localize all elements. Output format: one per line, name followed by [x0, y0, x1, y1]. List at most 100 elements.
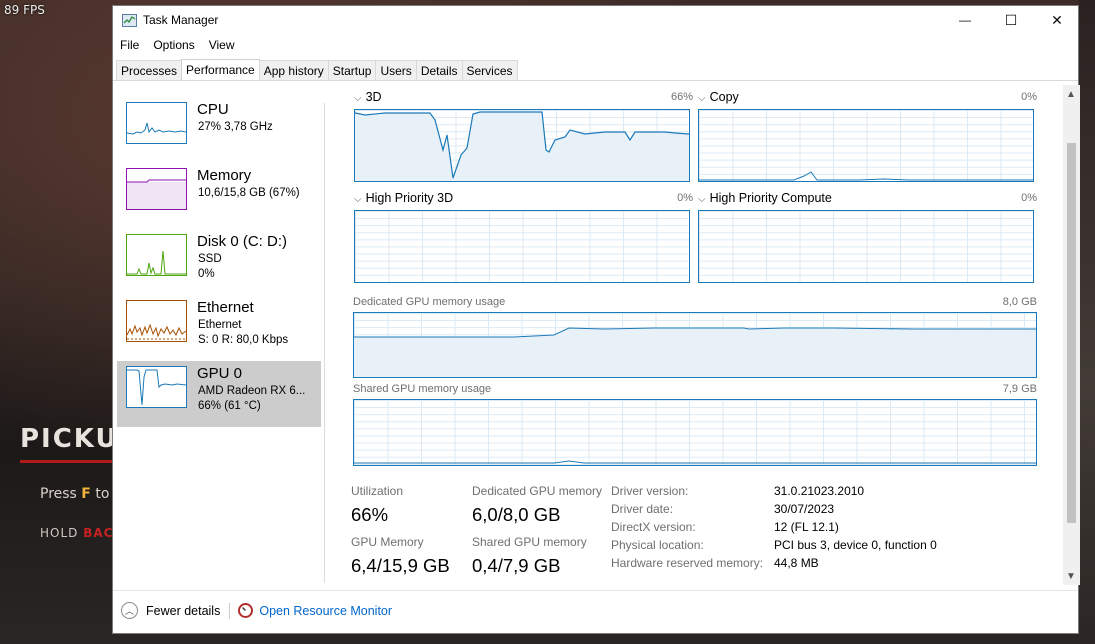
sidebar-memory-name: Memory: [197, 167, 252, 184]
engine-high-priority-3d-label[interactable]: ⌵ High Priority 3D: [354, 191, 453, 205]
game-press-prompt: Press F to: [40, 486, 109, 502]
scroll-down-icon[interactable]: ▼: [1066, 571, 1076, 582]
dedicated-memory-graph-label: Dedicated GPU memory usage: [353, 296, 506, 308]
chevron-down-icon: ⌵: [354, 194, 362, 205]
game-pickup-text: PICKU: [20, 424, 119, 454]
menu-bar: File Options View: [113, 36, 242, 56]
engine-copy-percent: 0%: [1021, 91, 1037, 103]
tab-users[interactable]: Users: [375, 60, 417, 81]
vertical-scrollbar[interactable]: ▲ ▼: [1063, 85, 1080, 585]
driver-date-label: Driver date:: [611, 502, 674, 516]
background-strip: [1079, 0, 1095, 644]
directx-version-label: DirectX version:: [611, 520, 696, 534]
window-title: Task Manager: [143, 13, 219, 27]
hardware-reserved-label: Hardware reserved memory:: [611, 556, 764, 570]
press-key: F: [81, 486, 91, 502]
shared-memory-graph-max: 7,9 GB: [1002, 383, 1037, 395]
press-prefix: Press: [40, 486, 82, 502]
scrollbar-thumb[interactable]: [1067, 143, 1076, 523]
engine-3d-name: 3D: [365, 90, 382, 104]
maximize-icon: ☐: [1004, 11, 1018, 28]
sidebar-item-disk[interactable]: Disk 0 (C: D:) SSD 0%: [117, 229, 321, 293]
menu-options[interactable]: Options: [146, 36, 201, 56]
engine-high-priority-compute-graph: [698, 210, 1034, 283]
engine-high-priority-3d-percent: 0%: [677, 192, 693, 204]
footer-divider: [113, 590, 1078, 591]
directx-version-value: 12 (FL 12.1): [774, 520, 839, 534]
menu-view[interactable]: View: [202, 36, 242, 56]
driver-date-value: 30/07/2023: [774, 502, 835, 516]
tab-services[interactable]: Services: [461, 60, 518, 81]
sidebar-gpu-name: GPU 0: [197, 365, 243, 382]
sidebar-disk-usage: 0%: [198, 268, 215, 280]
hold-prefix: HOLD: [40, 526, 84, 540]
sidebar-disk-type: SSD: [198, 253, 222, 265]
dedicated-memory-graph-max: 8,0 GB: [1002, 296, 1037, 308]
engine-high-priority-3d-graph: [354, 210, 690, 283]
engine-high-priority-compute-name: High Priority Compute: [709, 191, 832, 205]
tab-performance[interactable]: Performance: [181, 59, 260, 81]
fps-counter: 89 FPS: [4, 3, 45, 17]
utilization-label: Utilization: [351, 484, 404, 498]
title-bar[interactable]: Task Manager — ☐ ✕: [113, 6, 1078, 34]
driver-version-label: Driver version:: [611, 484, 689, 498]
chevron-down-icon: ⌵: [698, 194, 706, 205]
physical-location-label: Physical location:: [611, 538, 704, 552]
task-manager-app-icon: [122, 13, 137, 27]
engine-high-priority-compute-percent: 0%: [1021, 192, 1037, 204]
footer-bar: ︿ Fewer details Open Resource Monitor: [121, 602, 392, 619]
gpu-thumbnail-graph: [126, 366, 187, 408]
sidebar-item-memory[interactable]: Memory 10,6/15,8 GB (67%): [117, 163, 321, 227]
resource-monitor-icon: [238, 603, 254, 618]
sidebar-cpu-usage: 27% 3,78 GHz: [198, 121, 273, 133]
resource-sidebar: CPU 27% 3,78 GHz Memory 10,6/15,8 GB (67…: [117, 97, 321, 429]
sidebar-ethernet-throughput: S: 0 R: 80,0 Kbps: [198, 334, 289, 346]
close-icon: ✕: [1051, 11, 1063, 28]
engine-3d-label[interactable]: ⌵ 3D: [354, 90, 382, 104]
physical-location-value: PCI bus 3, device 0, function 0: [774, 538, 937, 552]
engine-copy-name: Copy: [709, 90, 739, 104]
footer-separator: [229, 602, 231, 619]
close-button[interactable]: ✕: [1034, 6, 1080, 34]
open-resource-monitor-link[interactable]: Open Resource Monitor: [259, 604, 392, 618]
shared-memory-graph: [353, 399, 1037, 466]
sidebar-item-cpu[interactable]: CPU 27% 3,78 GHz: [117, 97, 321, 161]
maximize-button[interactable]: ☐: [988, 6, 1034, 34]
memory-thumbnail-graph: [126, 168, 187, 210]
dedicated-memory-label: Dedicated GPU memory: [472, 484, 603, 498]
sidebar-ethernet-adapter: Ethernet: [198, 319, 242, 331]
sidebar-divider: [324, 103, 325, 583]
sidebar-gpu-usage: 66% (61 °C): [198, 400, 261, 412]
sidebar-cpu-name: CPU: [197, 101, 229, 118]
fewer-details-button[interactable]: Fewer details: [146, 604, 220, 618]
chevron-down-icon: ⌵: [354, 93, 362, 104]
sidebar-item-gpu[interactable]: GPU 0 AMD Radeon RX 6... 66% (61 °C): [117, 361, 321, 427]
cpu-thumbnail-graph: [126, 102, 187, 144]
engine-copy-label[interactable]: ⌵ Copy: [698, 90, 739, 104]
dedicated-memory-value: 6,0/8,0 GB: [472, 504, 561, 525]
tab-processes[interactable]: Processes: [116, 60, 183, 81]
minimize-icon: —: [959, 13, 971, 27]
minimize-button[interactable]: —: [942, 6, 988, 34]
tab-strip: Processes Performance App history Startu…: [116, 59, 518, 81]
chevron-up-icon[interactable]: ︿: [121, 602, 138, 619]
utilization-value: 66%: [351, 504, 389, 525]
sidebar-gpu-model: AMD Radeon RX 6...: [198, 385, 306, 397]
gpu-memory-value: 6,4/15,9 GB: [351, 555, 450, 576]
engine-3d-graph: [354, 109, 690, 182]
engine-3d-percent: 66%: [670, 91, 693, 103]
sidebar-disk-name: Disk 0 (C: D:): [197, 233, 287, 250]
scroll-up-icon[interactable]: ▲: [1066, 89, 1076, 100]
menu-file[interactable]: File: [113, 36, 146, 56]
dedicated-memory-graph: [353, 312, 1037, 378]
tab-details[interactable]: Details: [415, 60, 463, 81]
chevron-down-icon: ⌵: [698, 93, 706, 104]
sidebar-item-ethernet[interactable]: Ethernet Ethernet S: 0 R: 80,0 Kbps: [117, 295, 321, 359]
task-manager-window: Task Manager — ☐ ✕ File Options View Pro…: [112, 5, 1080, 634]
shared-memory-label: Shared GPU memory: [472, 535, 587, 549]
tab-startup[interactable]: Startup: [327, 60, 377, 81]
sidebar-memory-usage: 10,6/15,8 GB (67%): [198, 187, 300, 199]
tab-app-history[interactable]: App history: [258, 60, 329, 81]
shared-memory-value: 0,4/7,9 GB: [472, 555, 561, 576]
engine-high-priority-compute-label[interactable]: ⌵ High Priority Compute: [698, 191, 832, 205]
